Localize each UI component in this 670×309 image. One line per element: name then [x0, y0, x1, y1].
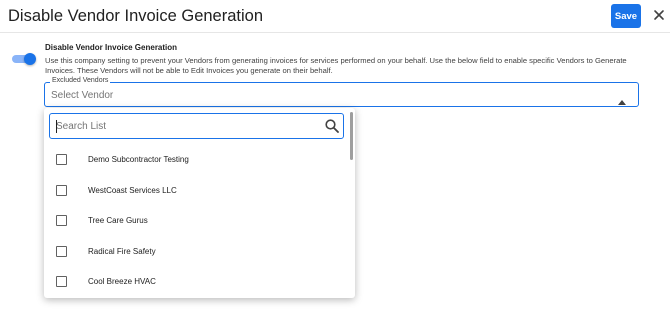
vendor-list: Demo Subcontractor Testing WestCoast Ser…	[44, 145, 350, 298]
vendor-checkbox[interactable]	[56, 276, 67, 287]
list-item[interactable]: Tree Care Gurus	[44, 206, 350, 237]
select-vendor-placeholder: Select Vendor	[51, 90, 114, 101]
list-item[interactable]: WestCoast Services LLC	[44, 176, 350, 207]
arrow-up-icon[interactable]	[618, 92, 626, 105]
vendor-label: Cool Breeze HVAC	[88, 277, 156, 286]
excluded-vendors-label: Excluded Vendors	[50, 77, 111, 84]
vendor-checkbox[interactable]	[56, 245, 67, 257]
list-item[interactable]: Radical Fire Safety	[44, 237, 350, 268]
vendor-checkbox[interactable]	[56, 215, 67, 226]
list-item[interactable]: Cool Breeze HVAC	[44, 267, 350, 298]
vendor-label: Radical Fire Safety	[88, 246, 156, 256]
vendor-checkbox[interactable]	[56, 154, 67, 165]
setting-description: Use this company setting to prevent your…	[45, 56, 627, 75]
page-title: Disable Vendor Invoice Generation	[8, 7, 263, 25]
dialog-header: Disable Vendor Invoice Generation Save	[0, 0, 670, 33]
vendor-label: WestCoast Services LLC	[88, 185, 177, 195]
close-icon[interactable]	[652, 8, 666, 22]
search-field[interactable]	[49, 113, 344, 139]
toggle-thumb	[24, 53, 36, 65]
vendor-label: Tree Care Gurus	[88, 216, 148, 225]
setting-title: Disable Vendor Invoice Generation	[45, 43, 178, 52]
vendor-label: Demo Subcontractor Testing	[88, 155, 189, 164]
list-item[interactable]: Demo Subcontractor Testing	[44, 145, 350, 176]
search-icon[interactable]	[325, 119, 339, 133]
search-input[interactable]	[51, 115, 311, 137]
vendor-checkbox[interactable]	[56, 184, 67, 196]
save-button[interactable]: Save	[611, 4, 641, 28]
excluded-vendors-select[interactable]: Excluded Vendors Select Vendor	[44, 77, 639, 107]
vendor-dropdown: Demo Subcontractor Testing WestCoast Ser…	[44, 108, 355, 298]
dropdown-scrollbar[interactable]	[350, 112, 353, 160]
disable-invoice-toggle[interactable]	[12, 52, 36, 66]
text-caret	[56, 120, 57, 133]
